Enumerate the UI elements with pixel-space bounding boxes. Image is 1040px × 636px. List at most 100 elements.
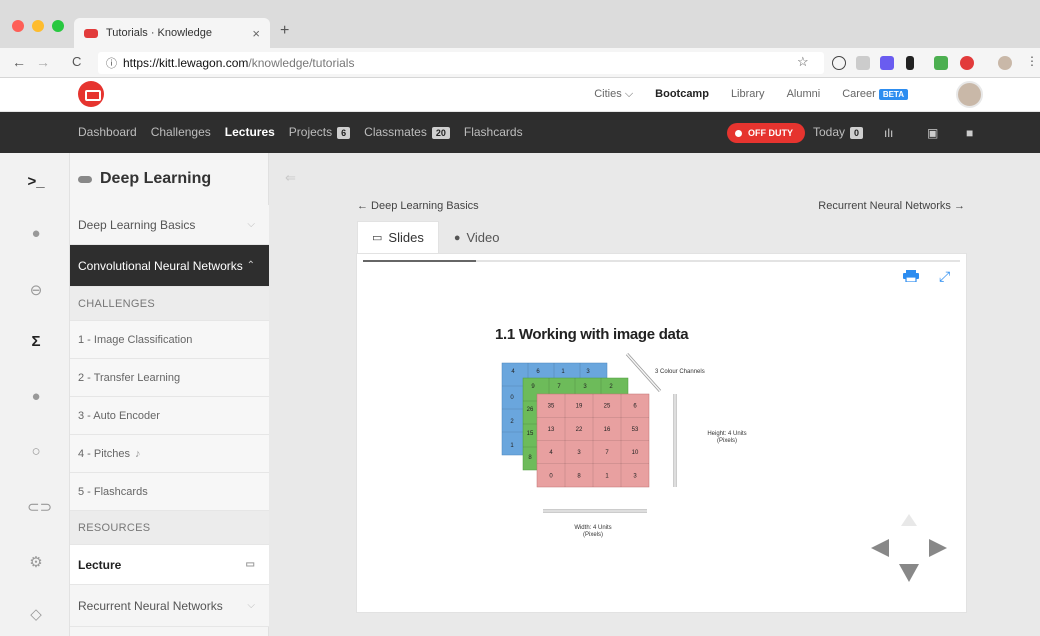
tab-slides[interactable]: ▭ Slides — [357, 221, 439, 254]
stats-chart-icon[interactable]: ılı — [884, 126, 896, 140]
challenge-item[interactable]: 3 - Auto Encoder — [70, 397, 269, 435]
back-arrow-icon[interactable]: ← — [12, 54, 26, 70]
duty-toggle[interactable]: OFF DUTY — [727, 123, 805, 143]
subnav-projects[interactable]: Projects 6 — [289, 125, 351, 139]
collapse-sidebar-icon[interactable]: ⇐ — [285, 170, 296, 186]
today-counter[interactable]: Today 0 — [813, 125, 864, 139]
beta-badge: BETA — [878, 89, 908, 100]
reload-icon[interactable]: C — [72, 54, 81, 69]
pixel-value: 53 — [632, 427, 639, 433]
today-label: Today — [813, 125, 846, 139]
challenge-item[interactable]: 4 - Pitches ♪ — [70, 435, 269, 473]
minimize-window-button[interactable] — [32, 20, 44, 32]
address-bar-row: ← → C ⓘ https://kitt.lewagon.com/knowled… — [0, 48, 1040, 78]
slide-left-icon[interactable] — [871, 539, 889, 557]
user-avatar[interactable] — [956, 81, 983, 108]
tab-title: Tutorials · Knowledge — [106, 27, 212, 39]
browser-tab[interactable]: Tutorials · Knowledge × — [74, 18, 270, 48]
sidebar-item-dl-basics[interactable]: Deep Learning Basics ⌵ — [70, 205, 269, 245]
subnav-dashboard[interactable]: Dashboard — [78, 125, 137, 139]
maximize-window-button[interactable] — [52, 20, 64, 32]
slides-icon: ▭ — [245, 559, 255, 570]
extension-6-icon[interactable] — [960, 56, 974, 70]
sidebar-item-lecture[interactable]: Lecture ▭ — [70, 545, 269, 585]
url-input[interactable]: ⓘ https://kitt.lewagon.com/knowledge/tut… — [98, 52, 824, 74]
deep-learning-icon — [78, 175, 92, 183]
browser-menu-icon[interactable]: ⋮ — [1026, 54, 1038, 68]
nav-bootcamp[interactable]: Bootcamp — [655, 88, 709, 101]
challenge-item[interactable]: 5 - Flashcards — [70, 473, 269, 511]
tab-video-label: Video — [466, 230, 500, 245]
forward-arrow-icon[interactable]: → — [36, 54, 50, 70]
challenge-label: 2 - Transfer Learning — [78, 371, 181, 384]
tab-video[interactable]: ● Video — [439, 221, 515, 254]
header-nav: Cities ⌵ Bootcamp Library Alumni Career B… — [594, 88, 908, 101]
nav-career-label: Career — [842, 88, 876, 100]
fullscreen-icon[interactable]: ⤢ — [939, 268, 950, 285]
slide-viewer: ⤢ 1.1 Working with image data 4613 021 9… — [356, 253, 967, 613]
new-tab-button[interactable]: + — [280, 22, 289, 40]
height-label-line2: (Pixels) — [717, 438, 737, 444]
pixel-value: 15 — [527, 431, 534, 437]
site-info-icon[interactable]: ⓘ — [106, 55, 117, 71]
close-tab-icon[interactable]: × — [252, 26, 260, 41]
slide-right-icon[interactable] — [929, 539, 947, 557]
pixel-value: 22 — [576, 427, 583, 433]
duty-dot-icon — [735, 129, 742, 137]
terminal-icon[interactable]: >_ — [27, 173, 45, 190]
python-icon[interactable]: ● — [27, 225, 45, 242]
microphone-icon: ♪ — [134, 447, 141, 460]
site-header: Cities ⌵ Bootcamp Library Alumni Career B… — [0, 78, 1040, 112]
sidebar-item-label: Deep Learning Basics — [78, 217, 196, 232]
nav-alumni[interactable]: Alumni — [787, 88, 821, 101]
width-label-line2: (Pixels) — [583, 532, 603, 538]
pixel-value: 25 — [604, 404, 611, 410]
challenge-item[interactable]: 1 - Image Classification — [70, 321, 269, 359]
challenge-item[interactable]: 2 - Transfer Learning — [70, 359, 269, 397]
slide-up-icon[interactable] — [901, 514, 917, 526]
close-window-button[interactable] — [12, 20, 24, 32]
subnav-flashcards[interactable]: Flashcards — [464, 125, 523, 139]
deep-learning-icon[interactable]: ⊂⊃ — [27, 498, 52, 516]
subnav-classmates-label: Classmates — [364, 125, 427, 139]
bookmark-star-icon[interactable]: ☆ — [797, 54, 809, 70]
lewagon-logo-icon[interactable] — [78, 81, 104, 107]
module-title-label: Deep Learning — [100, 170, 212, 187]
sigma-icon[interactable]: Σ — [27, 333, 45, 350]
challenge-label: 5 - Flashcards — [78, 485, 148, 498]
play-circle-icon: ● — [453, 231, 461, 244]
extension-2-icon[interactable] — [856, 56, 870, 70]
height-label-line1: Height: 4 Units — [707, 431, 746, 437]
pixel-value: 13 — [548, 427, 555, 433]
slide-progress-fill — [363, 260, 477, 262]
nav-library[interactable]: Library — [731, 88, 765, 101]
image-channels-diagram: 4613 021 9732 26158 35 19 25 613 22 16 534 3 7 10… — [501, 353, 747, 538]
subnav-classmates[interactable]: Classmates 20 — [364, 125, 450, 139]
extension-3-icon[interactable] — [880, 56, 894, 70]
circle-icon[interactable]: ○ — [27, 443, 45, 460]
extension-4-icon[interactable] — [906, 56, 914, 70]
browser-tab-bar: Tutorials · Knowledge × + — [0, 0, 1040, 48]
profile-icon[interactable] — [998, 56, 1012, 70]
rocket-icon[interactable]: ◇ — [27, 605, 45, 623]
extension-5-icon[interactable] — [934, 56, 948, 70]
chevron-down-icon: ⌵ — [247, 600, 255, 611]
calendar-icon[interactable]: ▣ — [927, 126, 939, 140]
resources-header: RESOURCES — [70, 511, 269, 545]
pixel-value: 35 — [548, 404, 555, 410]
sidebar-item-rnn[interactable]: Recurrent Neural Networks ⌵ — [70, 585, 269, 627]
extension-1-icon[interactable] — [832, 56, 846, 70]
nav-cities[interactable]: Cities ⌵ — [594, 88, 633, 101]
briefcase-icon[interactable]: ■ — [966, 126, 978, 140]
sidebar-item-cnn[interactable]: Convolutional Neural Networks ⌃ — [70, 245, 269, 287]
nav-career[interactable]: Career BETA — [842, 88, 908, 101]
previous-lecture-link[interactable]: ← Deep Learning Basics — [357, 200, 479, 212]
cloud-icon[interactable]: ● — [27, 388, 45, 405]
pandas-icon[interactable]: ⊖ — [27, 281, 45, 299]
next-lecture-link[interactable]: Recurrent Neural Networks → — [818, 200, 965, 212]
subnav-lectures[interactable]: Lectures — [225, 125, 275, 139]
print-icon[interactable] — [903, 270, 919, 282]
slide-down-icon[interactable] — [899, 564, 919, 582]
subnav-challenges[interactable]: Challenges — [151, 125, 211, 139]
gear-icon[interactable]: ⚙ — [27, 553, 45, 571]
